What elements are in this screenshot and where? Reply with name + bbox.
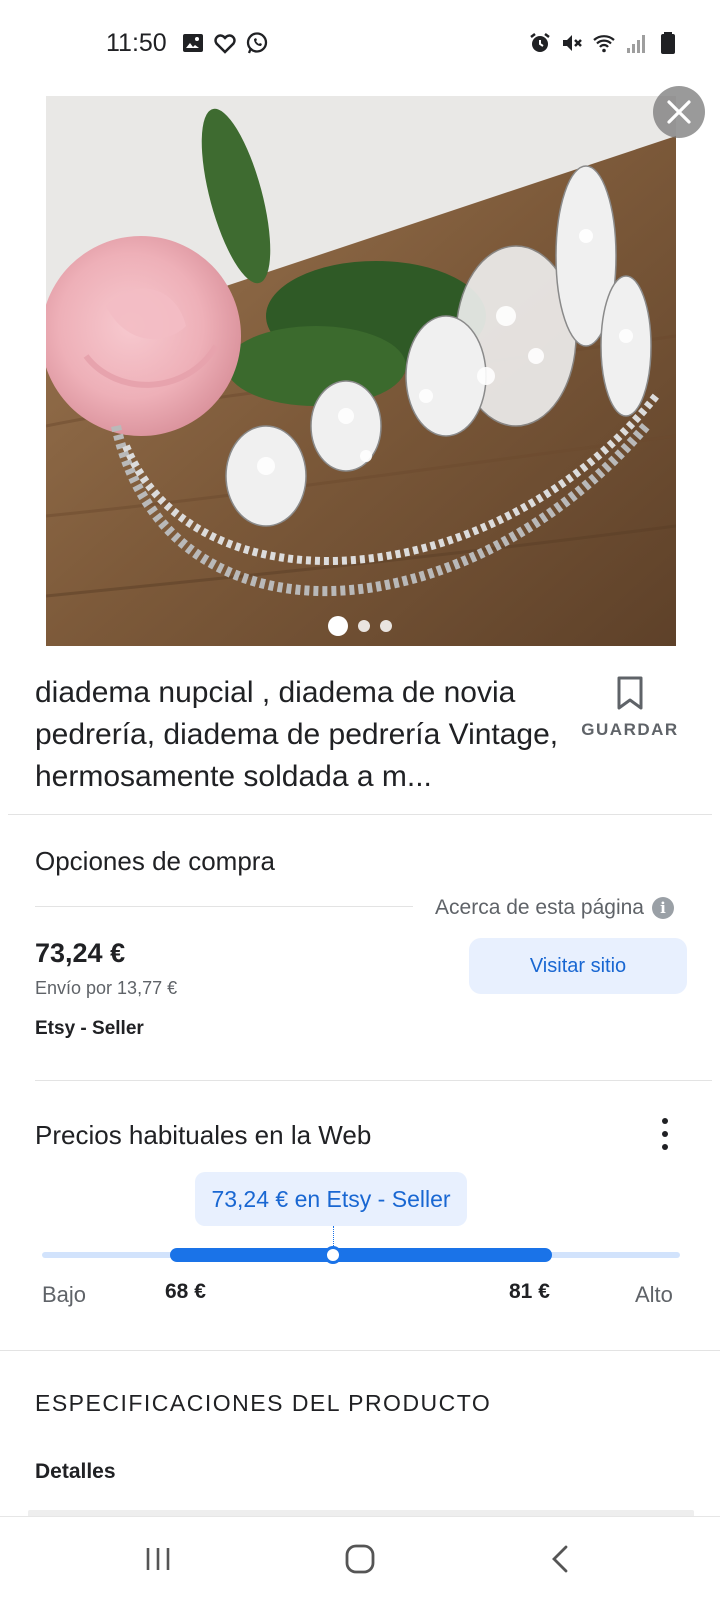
more-options-button[interactable] <box>655 1118 675 1150</box>
save-button[interactable]: GUARDAR <box>580 676 680 740</box>
whatsapp-icon <box>246 32 268 54</box>
carousel-dot[interactable] <box>328 616 348 636</box>
close-icon <box>667 100 691 124</box>
gallery-icon <box>183 34 203 52</box>
high-value: 81 € <box>509 1280 550 1303</box>
recent-apps-icon <box>146 1548 170 1570</box>
back-icon <box>552 1545 568 1573</box>
product-title: diadema nupcial , diadema de novia pedre… <box>35 676 559 793</box>
price-marker-line <box>333 1226 334 1248</box>
about-page-label: Acerca de esta página <box>435 896 644 919</box>
product-image[interactable] <box>46 96 676 646</box>
more-dot <box>662 1144 668 1150</box>
back-button[interactable] <box>500 1517 620 1600</box>
divider <box>8 814 712 815</box>
info-icon: i <box>652 897 674 919</box>
status-time: 11:50 <box>106 29 167 57</box>
close-button[interactable] <box>653 86 705 138</box>
more-dot <box>662 1118 668 1124</box>
high-label: Alto <box>635 1282 673 1307</box>
battery-icon <box>661 32 675 54</box>
bookmark-icon <box>617 676 643 710</box>
low-value: 68 € <box>165 1280 206 1303</box>
seller-name: Etsy - Seller <box>35 1018 144 1039</box>
divider <box>35 1080 712 1081</box>
home-icon <box>345 1544 375 1574</box>
navigation-bar <box>0 1516 720 1600</box>
price-marker[interactable] <box>324 1246 342 1264</box>
price-range-heading: Precios habituales en la Web <box>35 1120 372 1150</box>
signal-icon <box>627 35 645 53</box>
divider <box>0 1350 720 1351</box>
carousel-dots[interactable] <box>0 616 720 636</box>
purchase-heading: Opciones de compra <box>35 846 275 876</box>
status-right-icons <box>528 31 680 55</box>
home-button[interactable] <box>300 1517 420 1600</box>
price-tooltip: 73,24 € en Etsy - Seller <box>195 1172 467 1226</box>
divider <box>35 906 413 907</box>
wifi-icon <box>593 35 615 53</box>
recent-apps-button[interactable] <box>98 1517 218 1600</box>
price: 73,24 € <box>35 938 126 968</box>
mute-icon <box>563 35 582 51</box>
save-label: GUARDAR <box>581 720 679 739</box>
heart-icon <box>214 34 236 54</box>
shipping-cost: Envío por 13,77 € <box>35 978 178 998</box>
specs-heading: ESPECIFICACIONES DEL PRODUCTO <box>35 1390 492 1416</box>
tiara-photo <box>46 96 676 646</box>
status-left-icons <box>181 31 269 55</box>
price-range-fill <box>170 1248 552 1262</box>
status-bar: 11:50 <box>0 0 720 88</box>
low-label: Bajo <box>42 1282 87 1307</box>
more-dot <box>662 1131 668 1137</box>
visit-site-button[interactable]: Visitar sitio <box>469 938 687 994</box>
carousel-dot[interactable] <box>358 620 370 632</box>
alarm-icon <box>530 33 550 52</box>
carousel-dot[interactable] <box>380 620 392 632</box>
about-page-link[interactable]: Acerca de esta página i <box>435 896 674 920</box>
details-heading: Detalles <box>35 1460 116 1483</box>
